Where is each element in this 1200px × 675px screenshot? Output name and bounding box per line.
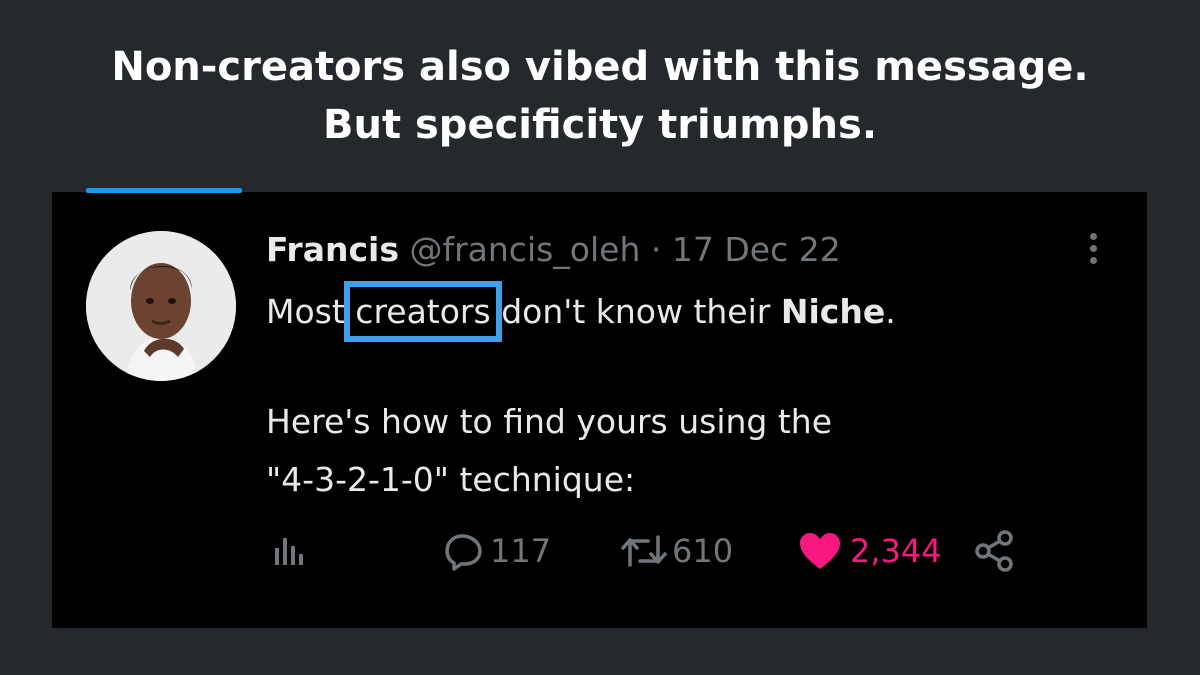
author-handle[interactable]: @francis_oleh <box>409 230 640 269</box>
like-count: 2,344 <box>850 532 942 570</box>
text-part-2: don't know their <box>490 292 781 331</box>
like-button[interactable]: 2,344 <box>798 528 942 574</box>
share-button[interactable] <box>972 528 1016 574</box>
tweet-text-line-2: Here's how to find yours using the <box>266 402 833 441</box>
retweet-icon <box>621 535 667 567</box>
text-part-3: . <box>885 292 896 331</box>
avatar-image <box>86 231 236 381</box>
action-bar: 117 610 2,344 <box>266 528 1026 574</box>
tweet-header: Francis @francis_oleh · 17 Dec 22 <box>266 228 841 272</box>
tweet-text: Most creators don't know their Niche. He… <box>266 281 1066 509</box>
headline-line-2: But specificity triumphs. <box>322 102 878 148</box>
reply-count: 117 <box>490 532 552 570</box>
analytics-button[interactable] <box>272 528 306 574</box>
headline: Non-creators also vibed with this messag… <box>0 38 1200 154</box>
more-vertical-icon[interactable] <box>1078 230 1108 266</box>
text-part-1: Most <box>266 292 356 331</box>
avatar[interactable] <box>86 231 236 381</box>
bold-word: Niche <box>780 292 886 331</box>
share-icon <box>975 530 1013 572</box>
heart-icon <box>800 533 840 569</box>
analytics-icon <box>275 538 303 565</box>
headline-line-1: Non-creators also vibed with this messag… <box>111 44 1089 90</box>
tweet-text-line-3: "4-3-2-1-0" technique: <box>266 460 636 499</box>
header-separator: · <box>650 230 662 269</box>
retweet-button[interactable]: 610 <box>620 528 733 574</box>
author-name[interactable]: Francis <box>266 230 399 269</box>
tab-indicator <box>86 188 242 193</box>
tweet-date[interactable]: 17 Dec 22 <box>672 230 841 269</box>
tweet-text-line-1: Most creators don't know their Niche. <box>266 281 1066 342</box>
reply-icon <box>445 534 482 571</box>
reply-button[interactable]: 117 <box>444 528 551 574</box>
retweet-count: 610 <box>672 532 734 570</box>
highlighted-word: creators <box>344 281 502 342</box>
